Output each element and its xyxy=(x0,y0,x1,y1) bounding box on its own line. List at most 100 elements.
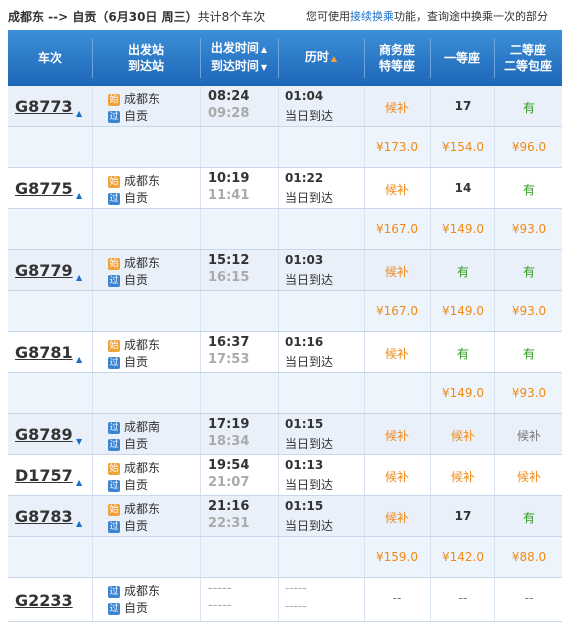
arrival-station-name: 自贡 xyxy=(124,519,149,533)
expand-stops-icon[interactable]: ▲ xyxy=(76,355,82,364)
train-number-link[interactable]: D1757 xyxy=(15,466,73,485)
second-seat-status[interactable]: 有 xyxy=(496,509,562,526)
column-divider xyxy=(200,250,201,290)
sort-down-icon[interactable]: ▼ xyxy=(261,63,267,72)
col-train-label: 车次 xyxy=(37,51,62,65)
arrival-station-name: 自贡 xyxy=(124,273,149,287)
first-seat-count[interactable]: 17 xyxy=(430,509,496,523)
business-price: ¥159.0 xyxy=(376,550,418,564)
pass-badge: 过 xyxy=(108,357,120,369)
train-number-link[interactable]: G8783 xyxy=(15,507,73,526)
sort-up-icon[interactable]: ▲ xyxy=(261,45,267,54)
second-price: ¥93.0 xyxy=(511,222,547,236)
departure-station: 始成都东 xyxy=(108,336,160,353)
arrival-station-name: 自贡 xyxy=(124,355,149,369)
train-number-link[interactable]: G8789 xyxy=(15,425,73,444)
business-seat-status[interactable]: 候补 xyxy=(364,427,430,444)
second-seat-status[interactable]: 有 xyxy=(496,181,562,198)
arrival-time: 17:53 xyxy=(208,352,250,367)
train-row[interactable]: G8783 ▲ 始成都东 过自贡 21:16 22:31 01:15 当日到达 … xyxy=(8,496,562,537)
column-divider xyxy=(200,578,201,621)
column-divider xyxy=(278,250,279,290)
second-seat-status[interactable]: 有 xyxy=(496,263,562,280)
col-first-label: 一等座 xyxy=(443,51,480,65)
second-seat-status[interactable]: 有 xyxy=(496,345,562,362)
business-seat-status[interactable]: 候补 xyxy=(364,181,430,198)
train-row[interactable]: G8775 ▲ 始成都东 过自贡 10:19 11:41 01:22 当日到达 … xyxy=(8,168,562,209)
business-seat-status[interactable]: 候补 xyxy=(364,263,430,280)
start-badge: 始 xyxy=(108,176,120,188)
expand-stops-icon[interactable]: ▲ xyxy=(76,519,82,528)
hint-suffix: 功能，查询途中换乘一次的部分 xyxy=(394,10,548,23)
train-results-table: 车次 出发站 到达站 出发时间 ▲ 到达时间 ▼ 历时 ▲ 商务座 特等座 一等座 二… xyxy=(8,30,562,622)
arrival-station-name: 自贡 xyxy=(124,601,149,615)
train-row[interactable]: G8779 ▲ 始成都东 过自贡 15:12 16:15 01:03 当日到达 … xyxy=(8,250,562,291)
transfer-link[interactable]: 接续换乘 xyxy=(350,10,394,23)
expand-stops-icon[interactable]: ▼ xyxy=(76,437,82,446)
business-seat-status[interactable]: 候补 xyxy=(364,99,430,116)
expand-stops-icon[interactable]: ▲ xyxy=(76,109,82,118)
column-divider xyxy=(278,578,279,621)
train-number-link[interactable]: G8775 xyxy=(15,179,73,198)
train-row[interactable]: D1757 ▲ 始成都东 过自贡 19:54 21:07 01:13 当日到达 … xyxy=(8,455,562,496)
first-seat-status[interactable]: 候补 xyxy=(430,468,496,485)
search-summary-bar: 成都东 --> 自贡（6月30日 周三）共计8个车次 您可使用接续换乘功能，查询… xyxy=(0,0,562,30)
route-text: 成都东 --> 自贡（6月30日 周三） xyxy=(8,10,198,24)
col-time[interactable]: 出发时间 ▲ 到达时间 ▼ xyxy=(200,30,278,86)
column-divider xyxy=(92,455,93,495)
arrival-day: 当日到达 xyxy=(285,355,334,369)
departure-station: 始成都东 xyxy=(108,90,160,107)
col-station[interactable]: 出发站 到达站 xyxy=(92,30,200,86)
train-row[interactable]: G8781 ▲ 始成都东 过自贡 16:37 17:53 01:16 当日到达 … xyxy=(8,332,562,373)
train-count: 共计8个车次 xyxy=(197,10,266,24)
train-number-link[interactable]: G8781 xyxy=(15,343,73,362)
expand-stops-icon[interactable]: ▲ xyxy=(76,273,82,282)
first-seat-status[interactable]: 有 xyxy=(430,263,496,280)
train-row[interactable]: G8773 ▲ 始成都东 过自贡 08:24 09:28 01:04 当日到达 … xyxy=(8,86,562,127)
expand-stops-icon[interactable]: ▲ xyxy=(76,478,82,487)
col-dep-time: 出发时间 xyxy=(210,41,259,55)
train-row[interactable]: G8789 ▼ 过成都南 过自贡 17:19 18:34 01:15 当日到达 … xyxy=(8,414,562,455)
business-seat-status[interactable]: 候补 xyxy=(364,345,430,362)
second-seat-status[interactable]: 有 xyxy=(496,99,562,116)
col-first: 一等座 xyxy=(430,30,494,86)
first-seat-count[interactable]: 14 xyxy=(430,181,496,195)
departure-station-name: 成都东 xyxy=(124,502,161,516)
first-seat-status[interactable]: 有 xyxy=(430,345,496,362)
price-row: ¥173.0 ¥154.0 ¥96.0 xyxy=(8,127,562,168)
first-price: ¥149.0 xyxy=(442,304,484,318)
arrival-station: 过自贡 xyxy=(108,107,148,124)
column-divider xyxy=(278,455,279,495)
first-seat-count[interactable]: 17 xyxy=(430,99,496,113)
arrival-station-name: 自贡 xyxy=(124,478,149,492)
start-badge: 始 xyxy=(108,258,120,270)
column-divider xyxy=(278,127,279,167)
business-seat-status[interactable]: 候补 xyxy=(364,509,430,526)
second-seat-status[interactable]: 候补 xyxy=(496,468,562,485)
col-second-box-label: 二等包座 xyxy=(503,59,552,73)
table-header: 车次 出发站 到达站 出发时间 ▲ 到达时间 ▼ 历时 ▲ 商务座 特等座 一等座 二… xyxy=(8,30,562,86)
col-station-arr: 到达站 xyxy=(127,59,164,73)
col-train: 车次 xyxy=(8,30,92,86)
expand-stops-icon[interactable]: ▲ xyxy=(76,191,82,200)
column-divider xyxy=(200,373,201,413)
first-seat-status[interactable]: 候补 xyxy=(430,427,496,444)
hint-prefix: 您可使用 xyxy=(306,10,350,23)
arrival-day: 当日到达 xyxy=(285,437,334,451)
business-seat-status[interactable]: 候补 xyxy=(364,468,430,485)
departure-station: 始成都东 xyxy=(108,459,160,476)
train-row[interactable]: G2233 过成都东 过自贡 ----- ----- ----- ----- -… xyxy=(8,578,562,622)
train-number-link[interactable]: G8779 xyxy=(15,261,73,280)
train-number-link[interactable]: G8773 xyxy=(15,97,73,116)
column-divider xyxy=(92,496,93,536)
pass-badge: 过 xyxy=(108,586,120,598)
sort-up-icon[interactable]: ▲ xyxy=(331,54,337,63)
column-divider xyxy=(92,168,93,208)
duration: 01:22 xyxy=(285,171,324,185)
arrival-time: 22:31 xyxy=(208,516,250,531)
price-row: ¥167.0 ¥149.0 ¥93.0 xyxy=(8,291,562,332)
col-duration[interactable]: 历时 ▲ xyxy=(278,30,364,86)
train-number-link[interactable]: G2233 xyxy=(15,591,73,610)
second-seat-status[interactable]: 候补 xyxy=(496,427,562,444)
column-divider xyxy=(278,209,279,249)
